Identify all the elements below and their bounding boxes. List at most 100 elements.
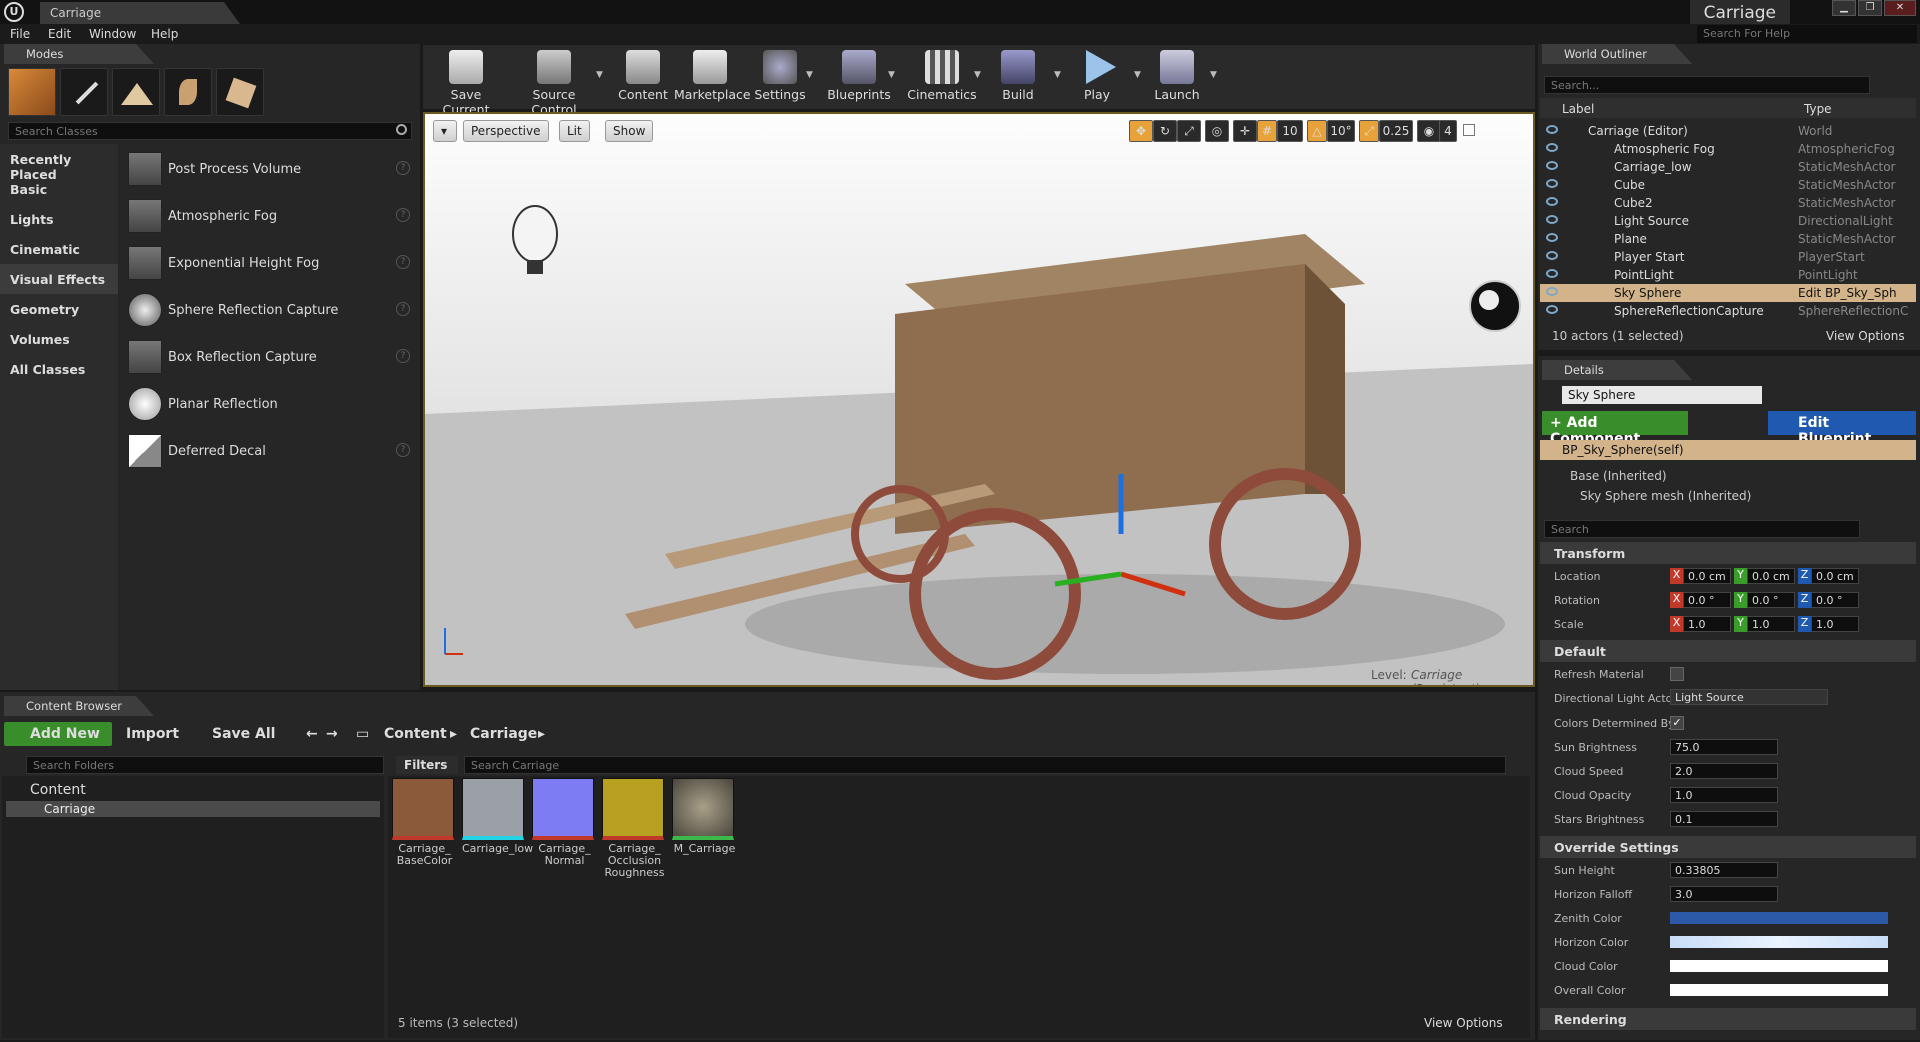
category-visual-effects[interactable]: Visual Effects xyxy=(0,264,118,294)
details-tab[interactable]: Details xyxy=(1542,360,1692,380)
maximize-viewport-icon[interactable] xyxy=(1463,124,1475,136)
default-section[interactable]: Default xyxy=(1540,640,1916,662)
sun-brightness-field[interactable]: 75.0 xyxy=(1670,739,1778,755)
visibility-eye-icon[interactable] xyxy=(1546,233,1558,242)
source-control-button[interactable]: Source Control xyxy=(508,46,600,117)
launch-button[interactable]: Launch xyxy=(1150,46,1204,108)
scl-y-field[interactable]: 1.0 xyxy=(1747,616,1795,632)
visibility-eye-icon[interactable] xyxy=(1546,269,1558,278)
geometry-mode-icon[interactable] xyxy=(216,68,264,116)
marketplace-button[interactable]: Marketplace xyxy=(674,46,751,108)
outliner-row[interactable]: Carriage_low StaticMeshActor xyxy=(1540,158,1916,176)
world-local-icon[interactable]: ◎ xyxy=(1205,120,1229,142)
translate-icon[interactable]: ✥ xyxy=(1129,120,1153,142)
build-button[interactable]: Build xyxy=(994,46,1042,108)
colors-determined-checkbox[interactable]: ✓ xyxy=(1670,716,1684,730)
horizon-color-swatch[interactable] xyxy=(1670,936,1888,948)
menu-file[interactable]: File xyxy=(10,27,30,41)
outliner-row[interactable]: Cube StaticMeshActor xyxy=(1540,176,1916,194)
search-folders-input[interactable]: Search Folders xyxy=(26,756,384,774)
viewport-options-button[interactable]: ▾ xyxy=(433,120,457,142)
close-button[interactable]: ✕ xyxy=(1884,0,1916,16)
component-mesh[interactable]: Sky Sphere mesh (Inherited) xyxy=(1580,489,1751,503)
visibility-eye-icon[interactable] xyxy=(1546,197,1558,206)
directional-light-select[interactable]: Light Source xyxy=(1670,689,1828,705)
launch-dropdown-icon[interactable]: ▼ xyxy=(1210,70,1220,80)
help-icon[interactable]: ? xyxy=(396,255,410,269)
loc-x-field[interactable]: 0.0 cm xyxy=(1683,568,1731,584)
scale-snap-value[interactable]: 0.25 xyxy=(1379,120,1413,142)
category-lights[interactable]: Lights xyxy=(0,204,118,234)
horizon-falloff-field[interactable]: 3.0 xyxy=(1670,886,1778,902)
rotate-icon[interactable]: ↻ xyxy=(1153,120,1177,142)
settings-dropdown-icon[interactable]: ▼ xyxy=(806,70,816,80)
build-dropdown-icon[interactable]: ▼ xyxy=(1054,70,1064,80)
outliner-search-input[interactable]: Search... xyxy=(1544,76,1870,94)
save-all-button[interactable]: Save All xyxy=(212,726,275,750)
filters-button[interactable]: Filters xyxy=(396,756,458,774)
asset-tile[interactable]: Carriage_ Normal xyxy=(532,778,597,867)
blueprints-button[interactable]: Blueprints xyxy=(824,46,894,108)
scl-x-field[interactable]: 1.0 xyxy=(1683,616,1731,632)
document-tab[interactable]: Carriage xyxy=(40,2,240,24)
category-volumes[interactable]: Volumes xyxy=(0,324,118,354)
visibility-eye-icon[interactable] xyxy=(1546,287,1558,296)
override-settings-section[interactable]: Override Settings xyxy=(1540,836,1916,858)
visibility-eye-icon[interactable] xyxy=(1546,125,1558,134)
rotation-snap-icon[interactable]: △ xyxy=(1307,120,1327,142)
show-button[interactable]: Show xyxy=(605,120,654,142)
grid-snap-icon[interactable]: # xyxy=(1257,120,1277,142)
search-classes-input[interactable]: Search Classes xyxy=(8,122,412,140)
type-column-header[interactable]: Type xyxy=(1804,102,1832,116)
category-cinematic[interactable]: Cinematic xyxy=(0,234,118,264)
tree-content-folder[interactable]: Content xyxy=(30,782,86,798)
menu-window[interactable]: Window xyxy=(89,27,136,41)
place-item-exponential-height-fog[interactable]: Exponential Height Fog? xyxy=(126,240,416,287)
place-item-box-reflection-capture[interactable]: Box Reflection Capture? xyxy=(126,334,416,381)
place-item-planar-reflection[interactable]: Planar Reflection xyxy=(126,381,416,428)
scale-icon[interactable]: ⤢ xyxy=(1177,120,1201,142)
loc-z-field[interactable]: 0.0 cm xyxy=(1811,568,1859,584)
source-control-dropdown-icon[interactable]: ▼ xyxy=(596,70,606,80)
breadcrumb-content[interactable]: Content xyxy=(384,726,447,750)
outliner-row[interactable]: Light Source DirectionalLight xyxy=(1540,212,1916,230)
category-recently-placed[interactable]: Recently Placed xyxy=(0,144,118,182)
breadcrumb-carriage[interactable]: Carriage xyxy=(470,726,537,750)
play-dropdown-icon[interactable]: ▼ xyxy=(1134,70,1144,80)
rot-x-field[interactable]: 0.0 ° xyxy=(1683,592,1731,608)
visibility-eye-icon[interactable] xyxy=(1546,251,1558,260)
place-item-deferred-decal[interactable]: Deferred Decal? xyxy=(126,428,416,475)
tree-carriage-folder[interactable]: Carriage xyxy=(44,802,95,816)
add-component-button[interactable]: + Add Component xyxy=(1542,411,1688,447)
cinematics-button[interactable]: Cinematics xyxy=(906,46,978,108)
outliner-row[interactable]: SphereReflectionCapture SphereReflectionC xyxy=(1540,302,1916,320)
cloud-color-swatch[interactable] xyxy=(1670,960,1888,972)
actor-name-field[interactable]: Sky Sphere xyxy=(1562,386,1762,404)
overall-color-swatch[interactable] xyxy=(1670,984,1888,996)
modes-tab[interactable]: Modes xyxy=(4,44,154,64)
scale-snap-icon[interactable]: ⤢ xyxy=(1359,120,1379,142)
restore-button[interactable]: ❐ xyxy=(1858,0,1882,16)
place-item-sphere-reflection-capture[interactable]: Sphere Reflection Capture? xyxy=(126,287,416,334)
help-search-input[interactable]: Search For Help xyxy=(1697,25,1917,43)
camera-speed-icon[interactable]: ◉ xyxy=(1417,120,1441,142)
cloud-speed-field[interactable]: 2.0 xyxy=(1670,763,1778,779)
help-icon[interactable]: ? xyxy=(396,349,410,363)
stars-brightness-field[interactable]: 0.1 xyxy=(1670,811,1778,827)
refresh-material-checkbox[interactable] xyxy=(1670,667,1684,681)
visibility-eye-icon[interactable] xyxy=(1546,215,1558,224)
rendering-section[interactable]: Rendering xyxy=(1540,1008,1916,1030)
help-icon[interactable]: ? xyxy=(396,443,410,457)
paint-mode-icon[interactable] xyxy=(60,68,108,116)
outliner-row[interactable]: Sky Sphere Edit BP_Sky_Sph xyxy=(1540,284,1916,302)
place-mode-icon[interactable] xyxy=(8,68,56,116)
search-assets-input[interactable]: Search Carriage xyxy=(464,756,1506,774)
back-arrow-icon[interactable]: ← xyxy=(306,726,318,750)
rot-y-field[interactable]: 0.0 ° xyxy=(1747,592,1795,608)
content-browser-tab[interactable]: Content Browser xyxy=(4,696,154,716)
help-icon[interactable]: ? xyxy=(396,208,410,222)
asset-tile[interactable]: Carriage_ BaseColor xyxy=(392,778,457,867)
category-geometry[interactable]: Geometry xyxy=(0,294,118,324)
asset-tile[interactable]: M_Carriage xyxy=(672,778,737,855)
blueprints-dropdown-icon[interactable]: ▼ xyxy=(888,70,898,80)
